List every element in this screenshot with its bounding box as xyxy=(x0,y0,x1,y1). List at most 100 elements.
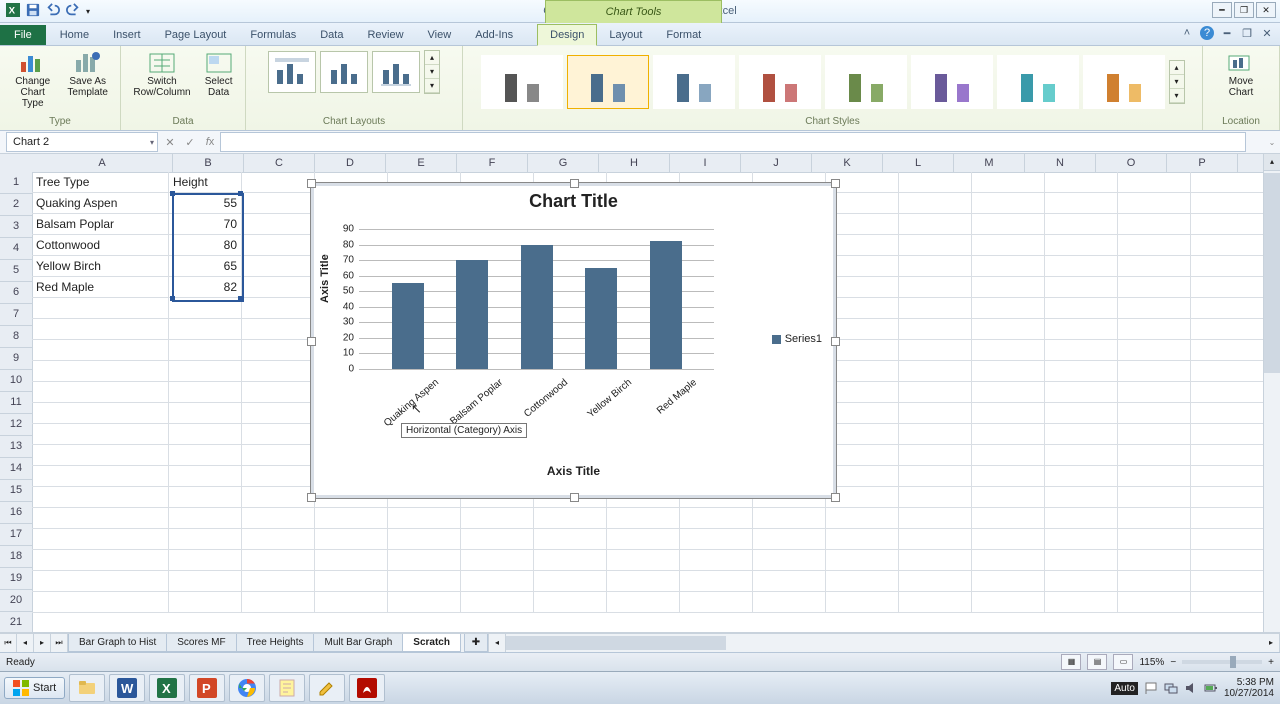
flag-icon[interactable] xyxy=(1144,681,1158,695)
cell[interactable] xyxy=(680,550,753,571)
cell[interactable] xyxy=(1191,529,1264,550)
cell[interactable] xyxy=(899,361,972,382)
bar[interactable] xyxy=(650,241,682,369)
cell[interactable] xyxy=(169,445,242,466)
cell[interactable] xyxy=(315,529,388,550)
tab-view[interactable]: View xyxy=(416,25,464,45)
cell[interactable] xyxy=(169,592,242,613)
row-header[interactable]: 8 xyxy=(0,326,32,348)
cell[interactable] xyxy=(1045,277,1118,298)
chart-style-7[interactable] xyxy=(997,55,1079,109)
file-tab[interactable]: File xyxy=(0,25,46,45)
cell[interactable] xyxy=(1118,571,1191,592)
cell[interactable] xyxy=(169,361,242,382)
cell[interactable] xyxy=(32,361,169,382)
cell[interactable]: Tree Type xyxy=(32,172,169,193)
cell[interactable] xyxy=(32,508,169,529)
row-header[interactable]: 21 xyxy=(0,612,32,633)
tab-review[interactable]: Review xyxy=(355,25,415,45)
cell[interactable] xyxy=(1045,361,1118,382)
cell[interactable] xyxy=(899,172,972,193)
cell[interactable] xyxy=(1191,214,1264,235)
cell[interactable] xyxy=(242,466,315,487)
cell[interactable] xyxy=(388,508,461,529)
cell[interactable]: 65 xyxy=(169,256,242,277)
cell[interactable] xyxy=(1191,172,1264,193)
cell[interactable] xyxy=(1118,529,1191,550)
cell[interactable] xyxy=(1191,424,1264,445)
cell[interactable] xyxy=(753,508,826,529)
cell[interactable] xyxy=(607,550,680,571)
cell[interactable] xyxy=(169,298,242,319)
col-header[interactable]: J xyxy=(741,154,812,172)
doc-close-icon[interactable]: ✕ xyxy=(1260,26,1274,40)
cell[interactable]: 70 xyxy=(169,214,242,235)
cell[interactable]: Red Maple xyxy=(32,277,169,298)
excel-task-icon[interactable]: X xyxy=(149,674,185,702)
zoom-in-icon[interactable]: + xyxy=(1268,657,1274,668)
cell[interactable] xyxy=(1045,571,1118,592)
select-all-button[interactable] xyxy=(0,154,33,173)
cell[interactable] xyxy=(242,550,315,571)
cell[interactable] xyxy=(1118,319,1191,340)
cell[interactable] xyxy=(607,571,680,592)
cell[interactable]: 55 xyxy=(169,193,242,214)
save-icon[interactable] xyxy=(26,3,40,20)
cell[interactable] xyxy=(169,382,242,403)
col-header[interactable]: H xyxy=(599,154,670,172)
cell[interactable] xyxy=(169,529,242,550)
row-header[interactable]: 16 xyxy=(0,502,32,524)
cell[interactable] xyxy=(972,256,1045,277)
cell[interactable] xyxy=(1191,193,1264,214)
cell[interactable] xyxy=(1118,508,1191,529)
cell[interactable] xyxy=(1045,214,1118,235)
cell[interactable] xyxy=(1191,298,1264,319)
cell[interactable] xyxy=(32,487,169,508)
sheet-tab[interactable]: Tree Heights xyxy=(236,634,315,652)
cell[interactable] xyxy=(1118,550,1191,571)
col-header[interactable]: I xyxy=(670,154,741,172)
cell[interactable] xyxy=(899,550,972,571)
cell[interactable] xyxy=(1118,235,1191,256)
cell[interactable] xyxy=(753,529,826,550)
cell[interactable] xyxy=(899,235,972,256)
cell[interactable] xyxy=(242,235,315,256)
cell[interactable] xyxy=(899,424,972,445)
cell[interactable] xyxy=(899,340,972,361)
tab-layout[interactable]: Layout xyxy=(597,25,654,45)
cell[interactable]: Quaking Aspen xyxy=(32,193,169,214)
sheet-tab[interactable]: Bar Graph to Hist xyxy=(68,634,167,652)
cell[interactable] xyxy=(1191,361,1264,382)
cell[interactable] xyxy=(1118,277,1191,298)
page-break-view-icon[interactable]: ▭ xyxy=(1113,654,1133,670)
zoom-slider[interactable] xyxy=(1182,660,1262,664)
doc-minimize-icon[interactable]: ━ xyxy=(1220,26,1234,40)
cell[interactable] xyxy=(753,592,826,613)
cell[interactable] xyxy=(534,550,607,571)
cell[interactable] xyxy=(899,193,972,214)
cell[interactable] xyxy=(32,592,169,613)
cell[interactable] xyxy=(1191,319,1264,340)
cell[interactable] xyxy=(169,550,242,571)
cell[interactable]: Height xyxy=(169,172,242,193)
cell[interactable] xyxy=(32,445,169,466)
y-axis-title[interactable]: Axis Title xyxy=(319,254,331,303)
cell[interactable]: Balsam Poplar xyxy=(32,214,169,235)
save-as-template-button[interactable]: Save As Template xyxy=(63,50,112,111)
cell[interactable] xyxy=(972,340,1045,361)
sheet-tab[interactable]: Mult Bar Graph xyxy=(313,634,403,652)
cell[interactable] xyxy=(242,592,315,613)
explorer-icon[interactable] xyxy=(69,674,105,702)
cell[interactable] xyxy=(169,319,242,340)
cell[interactable] xyxy=(972,466,1045,487)
row-header[interactable]: 2 xyxy=(0,194,32,216)
cell[interactable] xyxy=(315,592,388,613)
cell[interactable] xyxy=(32,529,169,550)
cell[interactable] xyxy=(972,550,1045,571)
cell[interactable] xyxy=(169,571,242,592)
tab-design[interactable]: Design xyxy=(537,24,597,46)
cell[interactable] xyxy=(32,319,169,340)
chart-layout-2[interactable] xyxy=(320,51,368,93)
cell[interactable] xyxy=(899,445,972,466)
chart-style-6[interactable] xyxy=(911,55,993,109)
